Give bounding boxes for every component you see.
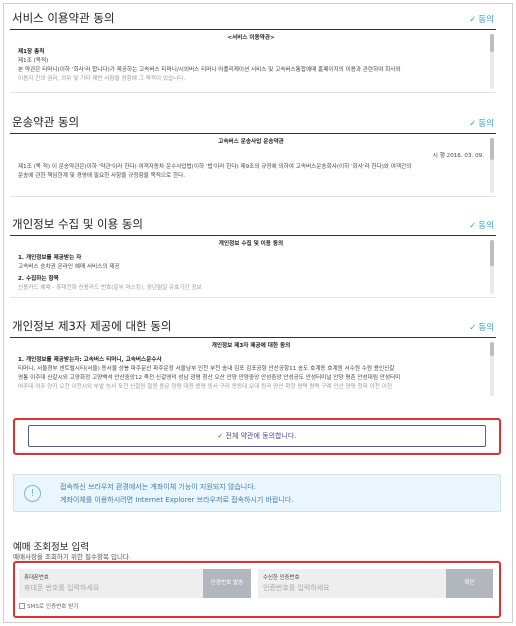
privacy-third-party-section: 개인정보 제3자 제공에 대한 동의 ✓ 동의 개인정보 제3자 제공에 대한 동…: [10, 318, 496, 400]
agree-checkbox[interactable]: ✓ 동의: [469, 13, 494, 25]
terms-line: 제1조 (목적): [18, 58, 49, 64]
phone-input[interactable]: [24, 582, 184, 594]
terms-scrollbox[interactable]: 고속버스 운송사업 운송약관 시 행 2016. 03. 09. 제1조 (목 …: [10, 134, 496, 197]
check-icon: ✓: [217, 432, 226, 440]
terms-scrollbox[interactable]: <서비스 이용약관> 제1장 총칙 제1조 (목적) 본 약관은 티머니(이하 …: [10, 30, 496, 93]
terms-line: 운송에 관한 책임한계 및 경영에 필요한 사항을 규정함을 목적으로 한다.: [18, 173, 186, 179]
browser-notice: ! 접속하신 브라우저 환경에서는 계좌이체 기능이 지원되지 않습니다. 계좌…: [13, 474, 501, 512]
terms-line: 2. 수집하는 항목: [18, 276, 59, 282]
agree-label: 동의: [478, 221, 494, 231]
doc-title: 개인정보 제3자 제공에 대한 동의: [211, 343, 291, 349]
service-terms-section: 서비스 이용약관 동의 ✓ 동의 <서비스 이용약관> 제1장 총칙 제1조 (목…: [10, 10, 496, 93]
check-icon: ✓: [469, 221, 477, 231]
reservation-subtitle: 예매사항을 조회하기 위한 필수항목 입니다.: [13, 553, 131, 561]
terms-line: 제1조 (목 적) 이 운송약관은(이하 '약관'이라 한다) 여객자동차 운수…: [18, 164, 412, 170]
section-title: 서비스 이용약관 동의: [12, 11, 115, 25]
exclamation-icon: !: [24, 485, 41, 502]
agree-checkbox[interactable]: ✓ 동의: [469, 117, 494, 129]
notice-line: 계좌이체를 이용하시려면 Internet Explorer 브라우저로 접속하…: [60, 496, 294, 504]
scrollbar[interactable]: [490, 240, 494, 294]
terms-line: 영통 이주대 신갈시외 고양화정 고양백석 안산중앙12 죽전 신갈영덕 성남 …: [18, 375, 401, 381]
terms-line: 본 약관은 티머니(이하 '회사'라 합니다)가 제공하는 고속버스 티머니/시…: [18, 67, 401, 73]
agree-all-label: 전체 약관에 동의합니다.: [225, 432, 297, 440]
check-icon: ✓: [469, 15, 477, 25]
terms-line: 티머니, 서울경부 센트럴시티(서울) 동서울 상봉 파주문산 파주운정 서울남…: [18, 366, 395, 372]
scrollbar[interactable]: [490, 138, 494, 193]
section-title: 운송약관 동의: [12, 115, 80, 129]
terms-scrollbox[interactable]: 개인정보 제3자 제공에 대한 동의 1. 개인정보를 제공받는자: 고속버스 …: [10, 338, 496, 400]
agree-label: 동의: [478, 323, 494, 333]
scrollbar[interactable]: [490, 342, 494, 396]
agree-label: 동의: [478, 15, 494, 25]
code-field: 수신한 인증번호: [258, 569, 446, 598]
doc-title: 고속버스 운송사업 운송약관: [218, 139, 284, 145]
sms-label: SMS로 인증번호 받기: [27, 604, 79, 610]
terms-scrollbox[interactable]: 개인정보 수집 및 이용 동의 1. 개인정보를 제공받는 자 고속버스 승차권…: [10, 236, 496, 298]
doc-title: 개인정보 수집 및 이용 동의: [218, 241, 284, 247]
terms-line: 신용카드 예매 - 휴대전화 신용카드 번호(일부 마스킹), 생년월일 유효기…: [18, 285, 202, 291]
terms-line: 1. 개인정보를 제공받는 자: [18, 255, 82, 261]
terms-line: 1. 개인정보를 제공받는자: 고속버스 티머니, 고속버스운수사: [18, 357, 162, 363]
doc-title: <서비스 이용약관>: [227, 35, 275, 41]
confirm-button[interactable]: 확인: [446, 569, 493, 598]
agree-label: 동의: [478, 119, 494, 129]
terms-line: 고속버스 승차권 온라인 예매 서비스의 제공: [18, 264, 120, 270]
agree-checkbox[interactable]: ✓ 동의: [469, 219, 494, 231]
phone-field: 휴대폰번호: [19, 569, 203, 598]
scrollbar[interactable]: [490, 34, 494, 89]
send-code-button[interactable]: 인증번호 발송: [203, 569, 251, 598]
transport-terms-section: 운송약관 동의 ✓ 동의 고속버스 운송사업 운송약관 시 행 2016. 03.…: [10, 114, 496, 197]
terms-line: 이용자 간의 권리, 의무 및 기타 제반 사항을 정함에 그 목적이 있습니다…: [18, 76, 186, 82]
checkbox-box[interactable]: [19, 603, 25, 609]
notice-line: 접속하신 브라우저 환경에서는 계좌이체 기능이 지원되지 않습니다.: [60, 483, 256, 491]
effective-date: 시 행 2016. 03. 09.: [432, 153, 484, 159]
privacy-collect-section: 개인정보 수집 및 이용 동의 ✓ 동의 개인정보 수집 및 이용 동의 1. 개…: [10, 216, 496, 298]
code-input[interactable]: [263, 582, 423, 594]
section-title: 개인정보 수집 및 이용 동의: [12, 217, 144, 231]
check-icon: ✓: [469, 323, 477, 333]
sms-checkbox[interactable]: SMS로 인증번호 받기: [19, 602, 79, 610]
check-icon: ✓: [469, 119, 477, 129]
terms-line: 여주대 여주 양지 오천 이천시외 부발 능서 포천 신철원 철원 용문 양평 …: [18, 384, 393, 390]
agree-all-button[interactable]: ✓ 전체 약관에 동의합니다.: [28, 425, 486, 447]
terms-line: 제1장 총칙: [18, 49, 45, 55]
phone-label: 휴대폰번호: [24, 575, 49, 581]
section-title: 개인정보 제3자 제공에 대한 동의: [12, 319, 172, 333]
code-label: 수신한 인증번호: [263, 575, 300, 581]
agree-checkbox[interactable]: ✓ 동의: [469, 321, 494, 333]
window-frame: [3, 3, 513, 623]
